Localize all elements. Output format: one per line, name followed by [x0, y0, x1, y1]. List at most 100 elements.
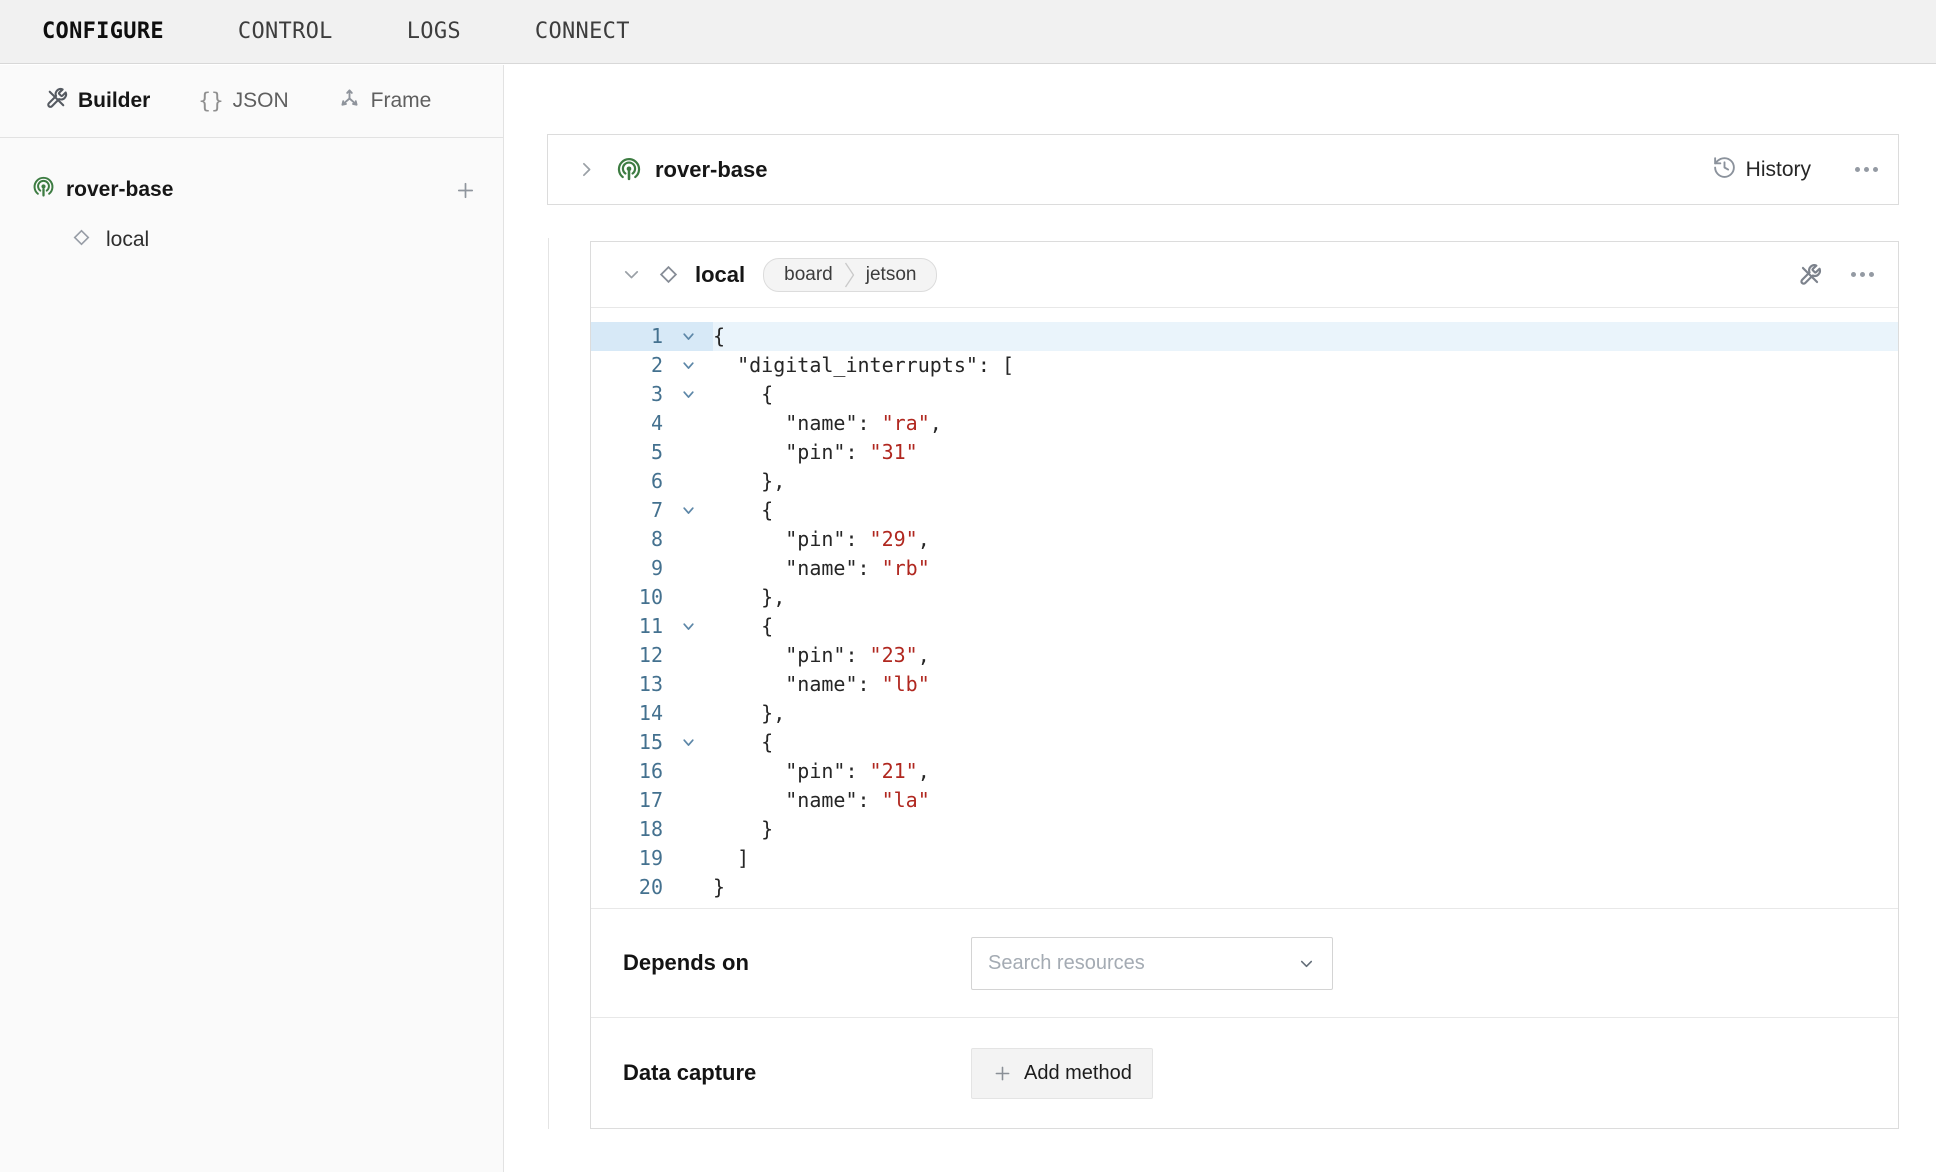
- add-component-button[interactable]: [454, 179, 477, 202]
- frame-axes-icon: [337, 86, 362, 117]
- line-number[interactable]: 4: [591, 409, 663, 438]
- line-number[interactable]: 2: [591, 351, 663, 380]
- fold-spacer: [663, 757, 713, 786]
- code-text: }: [713, 815, 773, 844]
- line-number[interactable]: 20: [591, 873, 663, 902]
- tab-connect[interactable]: CONNECT: [535, 19, 630, 44]
- code-line[interactable]: 14 },: [591, 699, 1898, 728]
- top-nav: CONFIGURE CONTROL LOGS CONNECT: [0, 0, 1936, 64]
- line-number[interactable]: 7: [591, 496, 663, 525]
- code-text: "name": "ra",: [713, 409, 942, 438]
- data-capture-label: Data capture: [623, 1060, 971, 1086]
- tab-configure[interactable]: CONFIGURE: [42, 19, 164, 44]
- sidebar-item-rover-base[interactable]: rover-base: [0, 170, 503, 210]
- code-text: {: [713, 612, 773, 641]
- code-line[interactable]: 8 "pin": "29",: [591, 525, 1898, 554]
- code-text: }: [713, 873, 725, 902]
- badge-type: board: [764, 264, 843, 286]
- component-type-badge: board jetson: [763, 258, 937, 292]
- code-text: "digital_interrupts": [: [713, 351, 1014, 380]
- code-line[interactable]: 3 {: [591, 380, 1898, 409]
- line-number[interactable]: 3: [591, 380, 663, 409]
- code-line[interactable]: 2 "digital_interrupts": [: [591, 351, 1898, 380]
- line-number[interactable]: 19: [591, 844, 663, 873]
- plus-icon: [992, 1063, 1013, 1084]
- code-line[interactable]: 16 "pin": "21",: [591, 757, 1898, 786]
- line-number[interactable]: 17: [591, 786, 663, 815]
- code-line[interactable]: 15 {: [591, 728, 1898, 757]
- code-line[interactable]: 5 "pin": "31": [591, 438, 1898, 467]
- line-number[interactable]: 10: [591, 583, 663, 612]
- part-menu-button[interactable]: [1853, 165, 1880, 174]
- tab-control[interactable]: CONTROL: [238, 19, 333, 44]
- tools-icon: [44, 86, 69, 117]
- fold-chevron-icon[interactable]: [663, 380, 713, 409]
- line-number[interactable]: 16: [591, 757, 663, 786]
- code-text: "name": "la": [713, 786, 930, 815]
- code-line[interactable]: 10 },: [591, 583, 1898, 612]
- view-frame[interactable]: Frame: [337, 86, 432, 117]
- component-card-header: local board jetson: [591, 242, 1898, 308]
- fold-spacer: [663, 699, 713, 728]
- code-line[interactable]: 18 }: [591, 815, 1898, 844]
- chevron-right-icon[interactable]: [576, 159, 597, 180]
- line-number[interactable]: 1: [591, 322, 663, 351]
- history-clock-icon: [1712, 155, 1737, 185]
- chevron-down-icon[interactable]: [621, 264, 642, 285]
- code-line[interactable]: 1{: [591, 322, 1898, 351]
- code-text: },: [713, 699, 785, 728]
- fold-chevron-icon[interactable]: [663, 496, 713, 525]
- history-button[interactable]: History: [1712, 155, 1811, 185]
- code-text: {: [713, 322, 725, 351]
- app-window: CONFIGURE CONTROL LOGS CONNECT Builder {…: [0, 0, 1936, 1172]
- code-line[interactable]: 20}: [591, 873, 1898, 902]
- line-number[interactable]: 6: [591, 467, 663, 496]
- code-line[interactable]: 13 "name": "lb": [591, 670, 1898, 699]
- code-text: "pin": "31": [713, 438, 918, 467]
- line-number[interactable]: 13: [591, 670, 663, 699]
- data-capture-section: Data capture Add method: [591, 1018, 1898, 1128]
- fold-chevron-icon[interactable]: [663, 322, 713, 351]
- component-menu-button[interactable]: [1849, 270, 1876, 279]
- view-json-label: JSON: [233, 89, 289, 113]
- add-method-label: Add method: [1024, 1062, 1132, 1085]
- code-line[interactable]: 7 {: [591, 496, 1898, 525]
- code-text: },: [713, 583, 785, 612]
- fold-spacer: [663, 670, 713, 699]
- line-number[interactable]: 12: [591, 641, 663, 670]
- part-title: rover-base: [655, 157, 768, 183]
- fold-spacer: [663, 409, 713, 438]
- code-text: },: [713, 467, 785, 496]
- line-number[interactable]: 11: [591, 612, 663, 641]
- code-line[interactable]: 12 "pin": "23",: [591, 641, 1898, 670]
- view-json[interactable]: {} JSON: [198, 89, 288, 113]
- code-editor[interactable]: 1{2 "digital_interrupts": [3 {4 "name": …: [591, 308, 1898, 909]
- tab-logs[interactable]: LOGS: [407, 19, 461, 44]
- line-number[interactable]: 18: [591, 815, 663, 844]
- fold-chevron-icon[interactable]: [663, 728, 713, 757]
- fold-chevron-icon[interactable]: [663, 351, 713, 380]
- main-content: rover-base History: [504, 65, 1936, 1172]
- fold-chevron-icon[interactable]: [663, 612, 713, 641]
- code-line[interactable]: 11 {: [591, 612, 1898, 641]
- view-builder[interactable]: Builder: [44, 86, 150, 117]
- line-number[interactable]: 14: [591, 699, 663, 728]
- configure-tools-button[interactable]: [1797, 262, 1823, 288]
- line-number[interactable]: 5: [591, 438, 663, 467]
- code-line[interactable]: 6 },: [591, 467, 1898, 496]
- code-text: "name": "lb": [713, 670, 930, 699]
- code-line[interactable]: 19 ]: [591, 844, 1898, 873]
- code-line[interactable]: 9 "name": "rb": [591, 554, 1898, 583]
- code-line[interactable]: 17 "name": "la": [591, 786, 1898, 815]
- group-rail: [548, 238, 549, 1129]
- line-number[interactable]: 9: [591, 554, 663, 583]
- sidebar-item-local[interactable]: local: [0, 220, 503, 260]
- depends-on-section: Depends on Search resources: [591, 909, 1898, 1018]
- line-number[interactable]: 8: [591, 525, 663, 554]
- line-number[interactable]: 15: [591, 728, 663, 757]
- fold-spacer: [663, 525, 713, 554]
- add-method-button[interactable]: Add method: [971, 1048, 1153, 1099]
- fold-spacer: [663, 467, 713, 496]
- code-line[interactable]: 4 "name": "ra",: [591, 409, 1898, 438]
- depends-on-select[interactable]: Search resources: [971, 937, 1333, 990]
